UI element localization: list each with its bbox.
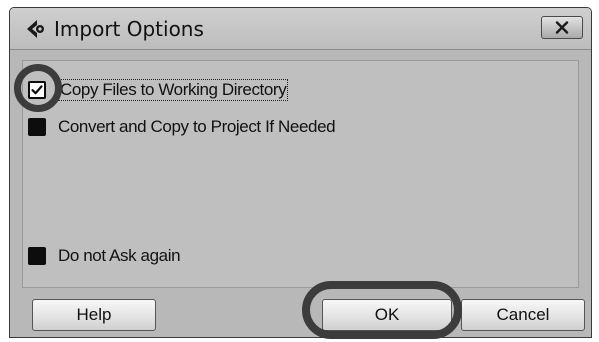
option-do-not-ask[interactable]: Do not Ask again: [28, 245, 181, 267]
convert-copy-checkbox[interactable]: [28, 118, 46, 136]
convert-copy-label: Convert and Copy to Project If Needed: [58, 117, 336, 136]
title-bar[interactable]: Import Options: [10, 8, 591, 50]
copy-files-checkbox[interactable]: [28, 81, 46, 99]
cancel-button[interactable]: Cancel: [461, 299, 585, 331]
cubase-logo-icon: [24, 19, 46, 39]
option-convert-copy[interactable]: Convert and Copy to Project If Needed: [28, 116, 336, 138]
help-button[interactable]: Help: [32, 299, 156, 331]
copy-files-label: Copy Files to Working Directory: [58, 79, 289, 101]
do-not-ask-checkbox[interactable]: [28, 247, 46, 265]
do-not-ask-label: Do not Ask again: [58, 246, 181, 265]
dialog-title: Import Options: [54, 17, 204, 41]
import-options-dialog: Import Options Copy Files to Working Dir…: [9, 7, 592, 338]
option-copy-files[interactable]: Copy Files to Working Directory: [28, 79, 289, 101]
checkmark-icon: [30, 83, 44, 97]
close-button[interactable]: [541, 16, 583, 39]
ok-button[interactable]: OK: [322, 299, 452, 331]
